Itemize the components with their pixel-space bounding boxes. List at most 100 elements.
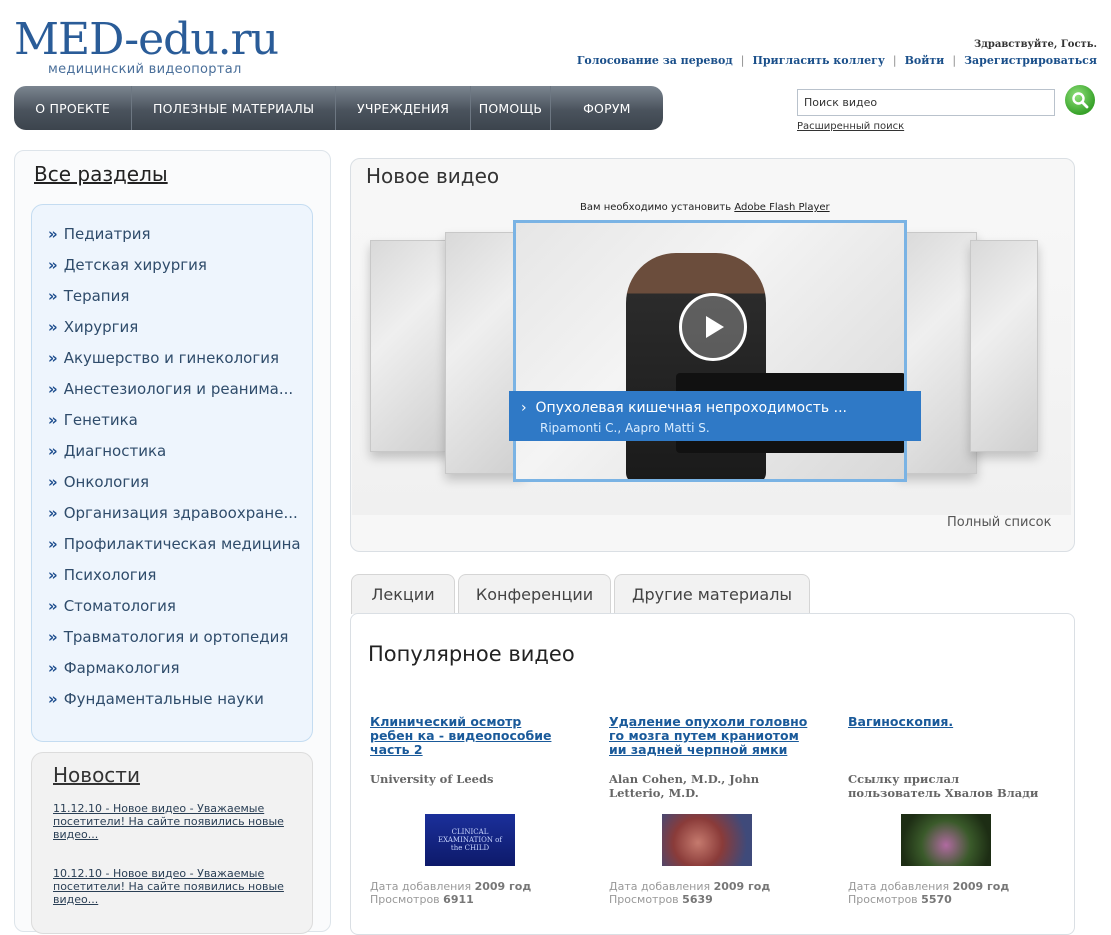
nav-materials[interactable]: ПОЛЕЗНЫЕ МАТЕРИАЛЫ bbox=[132, 86, 337, 130]
date-value: 2009 год bbox=[713, 880, 771, 893]
nav-about[interactable]: О ПРОЕКТЕ bbox=[14, 86, 133, 130]
category-link[interactable]: Диагностика bbox=[64, 442, 167, 460]
category-item[interactable]: » Фундаментальные науки bbox=[48, 690, 301, 721]
category-item[interactable]: » Акушерство и гинекология bbox=[48, 349, 301, 380]
greeting-text: Здравствуйте, Гость. bbox=[974, 39, 1097, 50]
news-item[interactable]: 11.12.10 - Новое видео - Уважаемые посет… bbox=[53, 802, 293, 841]
category-item[interactable]: » Хирургия bbox=[48, 318, 301, 349]
tab-conferences[interactable]: Конференции bbox=[458, 574, 611, 614]
logo-title: MED-edu.ru bbox=[14, 14, 279, 65]
category-link[interactable]: Фундаментальные науки bbox=[64, 690, 264, 708]
category-item[interactable]: » Терапия bbox=[48, 287, 301, 318]
tab-lectures[interactable]: Лекции bbox=[351, 574, 455, 614]
category-item[interactable]: » Организация здравоохране... bbox=[48, 504, 301, 535]
category-link[interactable]: Травматология и ортопедия bbox=[64, 628, 289, 646]
news-item[interactable]: 10.12.10 - Новое видео - Уважаемые посет… bbox=[53, 867, 293, 906]
search-button[interactable] bbox=[1065, 85, 1095, 115]
arrow-icon: » bbox=[48, 225, 58, 243]
video-caption[interactable]: › Опухолевая кишечная непроходимость ...… bbox=[509, 391, 921, 441]
all-sections-heading[interactable]: Все разделы bbox=[34, 162, 168, 186]
video-meta: Дата добавления 2009 год Просмотров 5570 bbox=[848, 880, 1009, 906]
carousel-thumb-left-far[interactable] bbox=[370, 240, 450, 452]
arrow-icon: » bbox=[48, 380, 58, 398]
category-item[interactable]: » Онкология bbox=[48, 473, 301, 504]
video-thumbnail[interactable] bbox=[662, 814, 752, 866]
carousel-thumb-right-far[interactable] bbox=[970, 240, 1038, 452]
category-link[interactable]: Хирургия bbox=[64, 318, 139, 336]
category-link[interactable]: Акушерство и гинекология bbox=[64, 349, 279, 367]
thumbnail-caption: CLINICAL EXAMINATION of the CHILD bbox=[438, 828, 502, 852]
category-link[interactable]: Фармакология bbox=[64, 659, 180, 677]
category-item[interactable]: » Детская хирургия bbox=[48, 256, 301, 287]
play-button[interactable] bbox=[679, 293, 747, 361]
video-meta: Дата добавления 2009 год Просмотров 6911 bbox=[370, 880, 531, 906]
category-item[interactable]: » Психология bbox=[48, 566, 301, 597]
arrow-icon: » bbox=[48, 442, 58, 460]
featured-video[interactable] bbox=[513, 220, 907, 482]
category-item[interactable]: » Педиатрия bbox=[48, 225, 301, 256]
flash-player-link[interactable]: Adobe Flash Player bbox=[734, 202, 829, 213]
category-item[interactable]: » Профилактическая медицина bbox=[48, 535, 301, 566]
nav-help[interactable]: ПОМОЩЬ bbox=[471, 86, 551, 130]
views-label: Просмотров bbox=[370, 893, 440, 906]
login-link[interactable]: Войти bbox=[905, 54, 945, 67]
category-list: » Педиатрия » Детская хирургия » Терапия » Х… bbox=[48, 225, 301, 721]
vote-translation-link[interactable]: Голосование за перевод bbox=[577, 54, 733, 67]
new-video-heading: Новое видео bbox=[366, 164, 500, 188]
category-link[interactable]: Организация здравоохране... bbox=[64, 504, 298, 522]
arrow-icon: » bbox=[48, 473, 58, 491]
video-title-link[interactable]: Клинический осмотр ребен ка - видеопособ… bbox=[370, 715, 565, 757]
category-link[interactable]: Генетика bbox=[64, 411, 138, 429]
category-item[interactable]: » Анестезиология и реанима... bbox=[48, 380, 301, 411]
date-label: Дата добавления bbox=[370, 880, 472, 893]
category-link[interactable]: Терапия bbox=[64, 287, 130, 305]
category-item[interactable]: » Травматология и ортопедия bbox=[48, 628, 301, 659]
category-link[interactable]: Стоматология bbox=[64, 597, 176, 615]
category-link[interactable]: Психология bbox=[64, 566, 157, 584]
video-meta: Дата добавления 2009 год Просмотров 5639 bbox=[609, 880, 770, 906]
tab-other-materials[interactable]: Другие материалы bbox=[614, 574, 810, 614]
magnifier-icon bbox=[1072, 92, 1089, 109]
caption-title[interactable]: Опухолевая кишечная непроходимость ... bbox=[536, 400, 847, 416]
nav-forum[interactable]: ФОРУМ bbox=[551, 86, 663, 130]
arrow-icon: » bbox=[48, 628, 58, 646]
flash-notice-text: Вам необходимо установить bbox=[580, 202, 732, 213]
video-title-link[interactable]: Удаление опухоли головно го мозга путем … bbox=[609, 715, 814, 757]
category-item[interactable]: » Стоматология bbox=[48, 597, 301, 628]
video-thumbnail[interactable] bbox=[901, 814, 991, 866]
invite-colleague-link[interactable]: Пригласить коллегу bbox=[752, 54, 884, 67]
video-card: Удаление опухоли головно го мозга путем … bbox=[609, 715, 819, 907]
category-item[interactable]: » Фармакология bbox=[48, 659, 301, 690]
video-title-link[interactable]: Вагиноскопия. bbox=[848, 715, 1048, 729]
category-link[interactable]: Профилактическая медицина bbox=[64, 535, 301, 553]
category-link[interactable]: Онкология bbox=[64, 473, 149, 491]
arrow-icon: » bbox=[48, 504, 58, 522]
nav-institutions[interactable]: УЧРЕЖДЕНИЯ bbox=[336, 86, 472, 130]
date-value: 2009 год bbox=[474, 880, 532, 893]
category-item[interactable]: » Генетика bbox=[48, 411, 301, 442]
arrow-icon: » bbox=[48, 535, 58, 553]
caption-title-row: › Опухолевая кишечная непроходимость ... bbox=[521, 400, 847, 416]
news-heading[interactable]: Новости bbox=[53, 763, 140, 787]
video-thumbnail[interactable]: CLINICAL EXAMINATION of the CHILD bbox=[425, 814, 515, 866]
date-value: 2009 год bbox=[952, 880, 1010, 893]
video-card: Клинический осмотр ребен ка - видеопособ… bbox=[370, 715, 580, 907]
full-list-link[interactable]: Полный список bbox=[947, 515, 1051, 530]
video-card: Вагиноскопия. Ссылку прислал пользовател… bbox=[848, 715, 1058, 907]
site-logo[interactable]: MED-edu.ru медицинский видеопортал bbox=[14, 14, 279, 78]
register-link[interactable]: Зарегистрироваться bbox=[964, 54, 1097, 67]
divider: | bbox=[952, 54, 957, 67]
category-link[interactable]: Анестезиология и реанима... bbox=[64, 380, 293, 398]
views-value: 5639 bbox=[682, 893, 713, 906]
advanced-search-link[interactable]: Расширенный поиск bbox=[797, 121, 904, 132]
date-label: Дата добавления bbox=[848, 880, 950, 893]
views-value: 5570 bbox=[921, 893, 952, 906]
search-input[interactable] bbox=[797, 89, 1055, 116]
views-value: 6911 bbox=[443, 893, 474, 906]
video-author: University of Leeds bbox=[370, 772, 494, 786]
category-item[interactable]: » Диагностика bbox=[48, 442, 301, 473]
views-label: Просмотров bbox=[609, 893, 679, 906]
top-links: Голосование за перевод | Пригласить коллег… bbox=[577, 54, 1097, 67]
category-link[interactable]: Педиатрия bbox=[64, 225, 151, 243]
category-link[interactable]: Детская хирургия bbox=[64, 256, 207, 274]
